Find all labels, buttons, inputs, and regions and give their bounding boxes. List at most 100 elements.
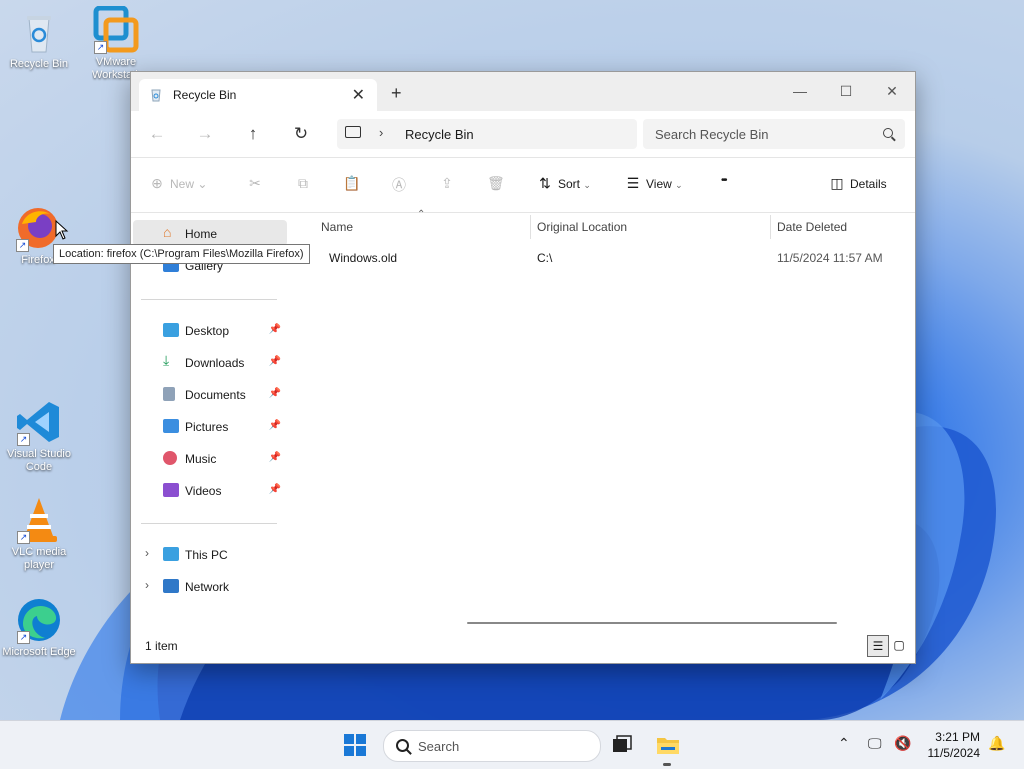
search-icon — [396, 739, 409, 752]
task-view-icon[interactable] — [610, 733, 634, 757]
delete-button[interactable]: 🗑 — [487, 175, 508, 192]
nav-item-desktop[interactable]: Desktop 📌 — [133, 317, 287, 343]
vmware-icon: ↗ — [92, 5, 140, 54]
chevron-right-icon[interactable]: › — [145, 546, 149, 560]
horizontal-scrollbar[interactable] — [467, 622, 837, 624]
sort-button[interactable]: ⇅ Sort ⌄ — [537, 175, 591, 192]
taskbar: Search ⌃ 🖵 🔇 3:21 PM 11/5/2024 🔔 — [0, 720, 1024, 769]
firefox-location-tooltip: Location: firefox (C:\Program Files\Mozi… — [53, 244, 310, 264]
column-header-date-deleted[interactable]: Date Deleted — [777, 220, 847, 234]
details-view-button[interactable]: ☰ — [867, 635, 889, 657]
tab-title: Recycle Bin — [173, 88, 237, 102]
copy-icon: ⧉ — [298, 175, 308, 191]
refresh-button[interactable]: ↻ — [289, 122, 313, 146]
navigation-bar: ← → ↑ ↻ › Recycle Bin Search Recycle Bin — [131, 111, 915, 157]
share-icon: ⇪ — [441, 175, 453, 191]
pin-icon: 📌 — [268, 484, 281, 495]
network-status-icon[interactable]: 🖵 — [868, 735, 882, 752]
desktop-icon-label: VLC media player — [11, 546, 67, 571]
shortcut-arrow-icon: ↗ — [17, 631, 30, 644]
sort-icon: ⇅ — [539, 175, 551, 191]
pin-icon: 📌 — [268, 356, 281, 367]
cut-button[interactable]: ✂ — [247, 175, 268, 192]
clock[interactable]: 3:21 PM 11/5/2024 — [928, 729, 981, 761]
pin-icon: 📌 — [268, 324, 281, 335]
edge-icon: ↗ — [15, 596, 63, 644]
chevron-right-icon: › — [379, 125, 384, 140]
title-bar: Recycle Bin ✕ + — ☐ ✕ — [131, 72, 915, 111]
share-button[interactable]: ⇪ — [439, 175, 460, 192]
pin-icon: 📌 — [268, 452, 281, 463]
chevron-up-icon[interactable]: ⌃ — [838, 735, 850, 752]
close-window-button[interactable]: ✕ — [869, 78, 915, 104]
rename-icon: Ⓐ — [392, 177, 406, 193]
nav-item-this-pc[interactable]: › This PC — [133, 541, 287, 567]
copy-button[interactable]: ⧉ — [295, 175, 316, 192]
clock-time: 3:21 PM — [935, 730, 980, 744]
chevron-right-icon[interactable]: › — [145, 578, 149, 592]
shortcut-arrow-icon: ↗ — [94, 41, 107, 54]
nav-item-pictures[interactable]: Pictures 📌 — [133, 413, 287, 439]
volume-muted-icon[interactable]: 🔇 — [894, 735, 911, 752]
navigation-pane: ⌂ Home Gallery Desktop 📌 ⤓ Downloads 📌 D… — [131, 213, 289, 623]
nav-item-videos[interactable]: Videos 📌 — [133, 477, 287, 503]
home-icon: ⌂ — [163, 224, 172, 240]
shortcut-arrow-icon: ↗ — [17, 531, 30, 544]
nav-item-home[interactable]: ⌂ Home — [133, 220, 287, 246]
desktop-icon-edge[interactable]: ↗ Microsoft Edge — [1, 596, 77, 659]
cell-original-location: C:\ — [537, 251, 553, 265]
search-icon — [883, 128, 893, 138]
status-bar: 1 item ☰ ▢ — [131, 625, 915, 663]
close-tab-icon[interactable]: ✕ — [352, 85, 365, 105]
videos-icon — [163, 483, 179, 497]
desktop-icon-vscode[interactable]: ↗ Visual Studio Code — [1, 398, 77, 474]
cell-name: Windows.old — [329, 251, 398, 265]
new-button[interactable]: ⊕ New ⌄ — [149, 175, 207, 192]
paste-button[interactable]: 📋 — [343, 175, 364, 192]
vscode-icon: ↗ — [15, 398, 63, 446]
file-explorer-icon[interactable] — [656, 733, 680, 757]
nav-item-network[interactable]: › Network — [133, 573, 287, 599]
breadcrumb[interactable]: Recycle Bin — [405, 127, 474, 142]
desktop-icon-recycle-bin[interactable]: Recycle Bin — [1, 8, 77, 71]
view-button[interactable]: ☰ View ⌄ — [625, 175, 683, 192]
back-button[interactable]: ← — [145, 122, 169, 146]
monitor-icon — [345, 126, 361, 138]
taskbar-search[interactable]: Search — [383, 730, 601, 762]
more-options-button[interactable]: ••• — [721, 175, 727, 186]
desktop-icon-label: Microsoft Edge — [2, 646, 76, 658]
shortcut-arrow-icon: ↗ — [16, 239, 29, 252]
recycle-bin-icon — [151, 89, 161, 102]
address-bar[interactable]: › Recycle Bin — [337, 119, 637, 149]
pictures-icon — [163, 419, 179, 433]
plus-circle-icon: ⊕ — [151, 175, 163, 191]
new-tab-button[interactable]: + — [391, 83, 402, 104]
rename-button[interactable]: Ⓐ — [391, 175, 412, 195]
nav-divider — [141, 523, 277, 524]
tiles-view-button[interactable]: ▢ — [889, 635, 909, 655]
notification-bell-icon[interactable]: 🔔 — [988, 735, 1005, 752]
column-separator — [530, 215, 531, 239]
forward-button[interactable]: → — [193, 122, 217, 146]
column-header-original-location[interactable]: Original Location — [537, 220, 627, 234]
nav-divider — [141, 299, 277, 300]
command-bar: ⊕ New ⌄ ✂ ⧉ 📋 Ⓐ ⇪ 🗑 ⇅ Sort ⌄ ☰ View ⌄ ••• ◫… — [131, 157, 915, 213]
desktop-icon-label: Recycle Bin — [9, 58, 69, 70]
maximize-button[interactable]: ☐ — [823, 78, 869, 104]
nav-item-downloads[interactable]: ⤓ Downloads 📌 — [133, 349, 287, 375]
document-icon — [163, 387, 175, 401]
details-button[interactable]: ◫ Details — [829, 175, 886, 192]
up-button[interactable]: ↑ — [241, 122, 265, 146]
search-box[interactable]: Search Recycle Bin — [643, 119, 905, 149]
column-header-name[interactable]: Name — [321, 220, 353, 234]
clock-date: 11/5/2024 — [927, 746, 981, 760]
desktop-folder-icon — [163, 323, 179, 337]
tab-recycle-bin[interactable]: Recycle Bin ✕ — [139, 79, 377, 111]
nav-item-documents[interactable]: Documents 📌 — [133, 381, 287, 407]
desktop-icon-vlc[interactable]: ↗ VLC media player — [1, 496, 77, 572]
minimize-button[interactable]: — — [777, 78, 823, 104]
running-indicator — [663, 763, 671, 766]
nav-item-music[interactable]: Music 📌 — [133, 445, 287, 471]
download-icon: ⤓ — [163, 352, 170, 368]
windows-start-icon[interactable] — [344, 734, 366, 756]
